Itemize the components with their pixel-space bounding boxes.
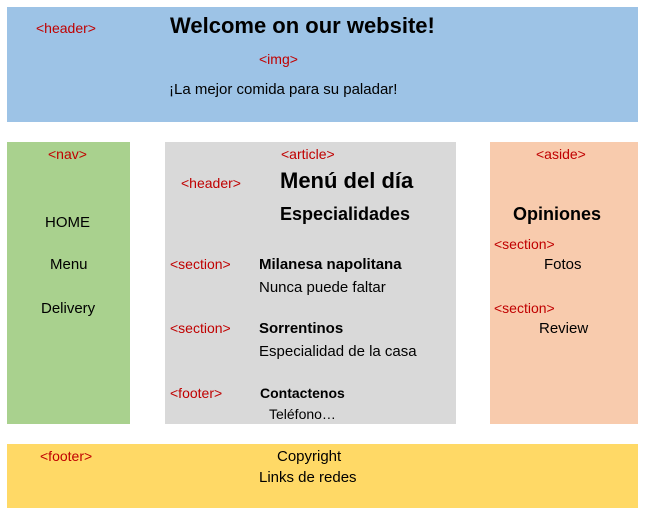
aside-section-2-tag: <section> [494, 300, 555, 316]
nav-item-home[interactable]: HOME [45, 214, 90, 231]
aside-section-2-text: Review [539, 320, 589, 337]
footer-social-links[interactable]: Links de redes [259, 469, 357, 486]
article-section-2-title: Sorrentinos [259, 320, 344, 337]
article-tag: <article> [281, 146, 335, 162]
article-title: Menú del día [280, 168, 414, 193]
article-section-1-title: Milanesa napolitana [259, 256, 402, 273]
nav-item-delivery[interactable]: Delivery [41, 300, 95, 317]
nav-tag: <nav> [48, 146, 87, 162]
aside-tag: <aside> [536, 146, 586, 162]
aside-title: Opiniones [513, 204, 602, 224]
article-header-tag: <header> [181, 175, 241, 191]
footer-tag: <footer> [40, 448, 93, 464]
img-tag: <img> [259, 51, 298, 67]
article-footer-tag: <footer> [170, 385, 223, 401]
header-tag: <header> [36, 20, 96, 36]
site-tagline: ¡La mejor comida para su paladar! [169, 81, 398, 98]
article-section-1-tag: <section> [170, 256, 231, 272]
article-subtitle: Especialidades [280, 204, 411, 224]
article-section-2-text: Especialidad de la casa [259, 343, 417, 360]
aside-block [490, 142, 638, 424]
footer-copyright: Copyright [277, 448, 342, 465]
nav-item-menu[interactable]: Menu [50, 256, 88, 273]
nav-block [7, 142, 130, 424]
article-footer-title: Contactenos [260, 385, 345, 401]
aside-section-1-tag: <section> [494, 236, 555, 252]
article-footer-text: Teléfono… [269, 406, 336, 422]
site-title: Welcome on our website! [170, 13, 435, 38]
article-section-1-text: Nunca puede faltar [259, 279, 386, 296]
article-section-2-tag: <section> [170, 320, 231, 336]
aside-section-1-text: Fotos [544, 256, 582, 273]
